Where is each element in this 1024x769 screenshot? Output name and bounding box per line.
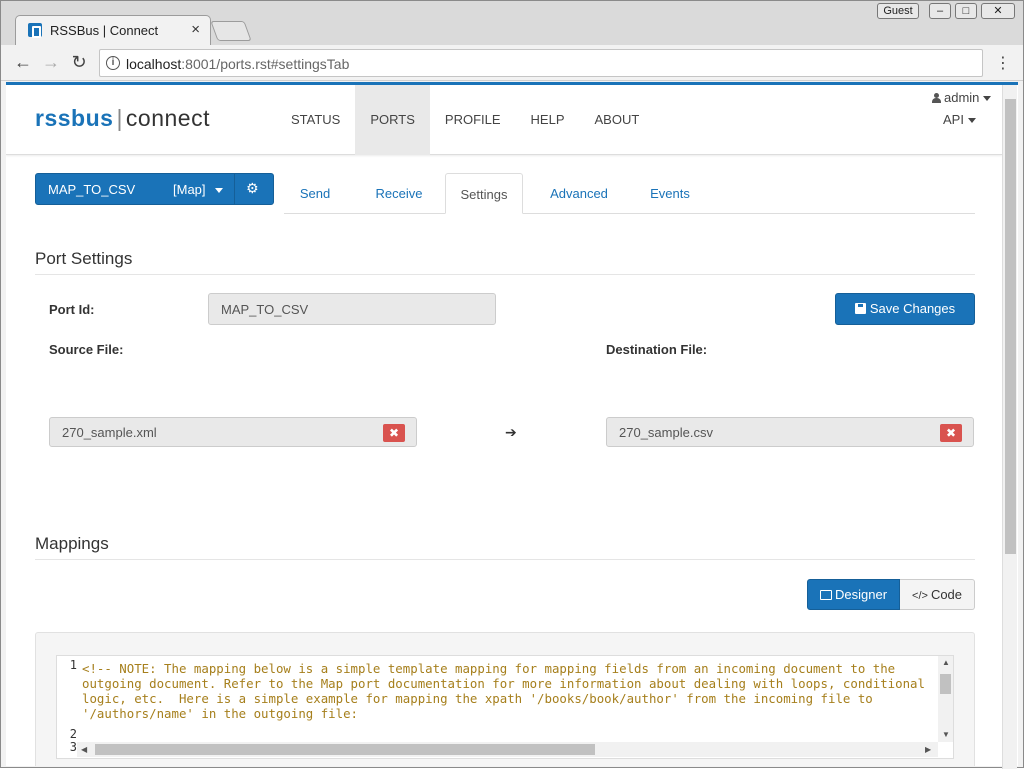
app-header: rssbus | connect STATUS PORTS PROFILE HELP… bbox=[6, 85, 1002, 155]
scroll-down-icon[interactable]: ▼ bbox=[942, 730, 950, 739]
section-divider bbox=[35, 559, 975, 560]
url-path: :8001/ports.rst#settingsTab bbox=[181, 56, 350, 72]
gear-icon[interactable]: ⚙ bbox=[246, 180, 259, 197]
rssbus-connect-logo[interactable]: rssbus | connect bbox=[35, 105, 210, 132]
user-icon bbox=[932, 93, 941, 103]
chevron-down-icon bbox=[983, 96, 992, 102]
info-icon[interactable]: i bbox=[106, 56, 120, 70]
port-subtabs: Send Receive Settings Advanced Events bbox=[284, 173, 975, 214]
port-type: [Map] bbox=[173, 182, 206, 197]
tab-settings[interactable]: Settings bbox=[445, 173, 523, 214]
browser-menu-icon[interactable]: ⋮ bbox=[995, 53, 1011, 73]
editor-horizontal-scrollbar[interactable]: ◀ ▶ bbox=[77, 742, 938, 757]
line-number: 3 bbox=[69, 740, 77, 754]
title-bar: RSSBus | Connect × Guest ‒ □ ✕ bbox=[1, 1, 1023, 45]
port-name: MAP_TO_CSV bbox=[48, 182, 136, 197]
minimize-button[interactable]: ‒ bbox=[929, 3, 951, 19]
destination-file-label: Destination File: bbox=[606, 342, 708, 357]
logo-separator: | bbox=[116, 105, 123, 131]
api-label: API bbox=[943, 112, 964, 127]
chevron-down-icon bbox=[215, 188, 223, 193]
url-text: localhost:8001/ports.rst#settingsTab bbox=[126, 56, 349, 72]
nav-status[interactable]: STATUS bbox=[276, 85, 355, 155]
code-editor[interactable]: 1 2 3 <!-- NOTE: The mapping below is a … bbox=[56, 655, 954, 759]
browser-window: RSSBus | Connect × Guest ‒ □ ✕ ← → ↻ i l… bbox=[0, 0, 1024, 769]
tab-send[interactable]: Send bbox=[284, 173, 346, 214]
scroll-right-icon[interactable]: ▶ bbox=[925, 745, 931, 754]
user-menu[interactable]: admin bbox=[932, 90, 992, 105]
scroll-left-icon[interactable]: ◀ bbox=[81, 745, 87, 754]
remove-source-button[interactable]: ✖ bbox=[383, 424, 405, 442]
code-text[interactable]: <!-- NOTE: The mapping below is a simple… bbox=[82, 661, 937, 721]
mapping-editor-panel: 1 2 3 <!-- NOTE: The mapping below is a … bbox=[35, 632, 975, 766]
section-divider bbox=[35, 274, 975, 275]
line-gutter: 1 2 3 bbox=[57, 656, 77, 758]
nav-ports[interactable]: PORTS bbox=[355, 85, 430, 155]
main-nav: STATUS PORTS PROFILE HELP ABOUT bbox=[276, 85, 654, 155]
port-selector-button[interactable]: MAP_TO_CSV [Map] ⚙ bbox=[35, 173, 274, 205]
mapping-view-toggle: Designer </> Code bbox=[807, 579, 976, 610]
nav-profile[interactable]: PROFILE bbox=[430, 85, 516, 155]
mappings-title: Mappings bbox=[35, 534, 109, 553]
close-window-button[interactable]: ✕ bbox=[981, 3, 1015, 19]
back-arrow-icon[interactable]: ← bbox=[13, 52, 33, 73]
scroll-thumb[interactable] bbox=[940, 674, 951, 694]
source-file-field[interactable]: 270_sample.xml ✖ bbox=[49, 417, 417, 447]
logo-rssbus: rssbus bbox=[35, 105, 114, 131]
editor-vertical-scrollbar[interactable]: ▲ ▼ bbox=[938, 656, 953, 742]
line-number: 1 bbox=[69, 658, 77, 672]
user-name: admin bbox=[944, 90, 980, 105]
nav-about[interactable]: ABOUT bbox=[580, 85, 655, 155]
port-id-label: Port Id: bbox=[49, 302, 95, 317]
scroll-thumb[interactable] bbox=[95, 744, 595, 755]
scroll-up-icon[interactable]: ▲ bbox=[942, 658, 950, 667]
code-icon: </> bbox=[912, 590, 928, 602]
save-icon bbox=[854, 303, 866, 314]
logo-connect: connect bbox=[125, 105, 210, 131]
tab-title: RSSBus | Connect bbox=[50, 23, 159, 38]
url-host: localhost bbox=[126, 56, 182, 72]
designer-label: Designer bbox=[835, 587, 888, 602]
browser-tab[interactable]: RSSBus | Connect × bbox=[15, 15, 211, 45]
tab-events[interactable]: Events bbox=[636, 173, 704, 214]
nav-help[interactable]: HELP bbox=[516, 85, 580, 155]
save-changes-button[interactable]: Save Changes bbox=[835, 293, 975, 325]
save-label: Save Changes bbox=[869, 301, 956, 316]
forward-arrow-icon[interactable]: → bbox=[41, 52, 61, 73]
designer-button[interactable]: Designer bbox=[807, 579, 901, 610]
remove-destination-button[interactable]: ✖ bbox=[940, 424, 962, 442]
page-content: rssbus | connect STATUS PORTS PROFILE HELP… bbox=[6, 82, 1018, 766]
button-divider bbox=[234, 174, 235, 204]
code-label: Code bbox=[930, 587, 963, 602]
port-settings-title: Port Settings bbox=[35, 249, 133, 268]
arrow-right-icon: ➔ bbox=[505, 424, 517, 440]
maximize-button[interactable]: □ bbox=[955, 3, 977, 19]
new-tab-button[interactable] bbox=[210, 21, 252, 41]
tab-receive[interactable]: Receive bbox=[360, 173, 438, 214]
tab-close-icon[interactable]: × bbox=[191, 21, 200, 38]
destination-file-field[interactable]: 270_sample.csv ✖ bbox=[606, 417, 974, 447]
source-file-label: Source File: bbox=[49, 342, 124, 357]
destination-file-value: 270_sample.csv bbox=[619, 425, 713, 440]
reload-icon[interactable]: ↻ bbox=[69, 52, 89, 73]
image-icon bbox=[820, 590, 832, 600]
chevron-down-icon bbox=[967, 118, 976, 124]
rssbus-favicon-icon bbox=[28, 23, 42, 38]
page-scrollbar[interactable] bbox=[1002, 85, 1017, 769]
address-bar[interactable]: i localhost:8001/ports.rst#settingsTab bbox=[99, 49, 983, 77]
api-menu[interactable]: API bbox=[943, 112, 976, 127]
browser-toolbar: ← → ↻ i localhost:8001/ports.rst#setting… bbox=[1, 45, 1023, 81]
tab-advanced[interactable]: Advanced bbox=[541, 173, 617, 214]
page-scroll-thumb[interactable] bbox=[1005, 99, 1016, 554]
guest-profile-badge[interactable]: Guest bbox=[877, 3, 919, 19]
source-file-value: 270_sample.xml bbox=[62, 425, 157, 440]
port-id-field[interactable]: MAP_TO_CSV bbox=[208, 293, 496, 325]
code-button[interactable]: </> Code bbox=[900, 579, 976, 610]
